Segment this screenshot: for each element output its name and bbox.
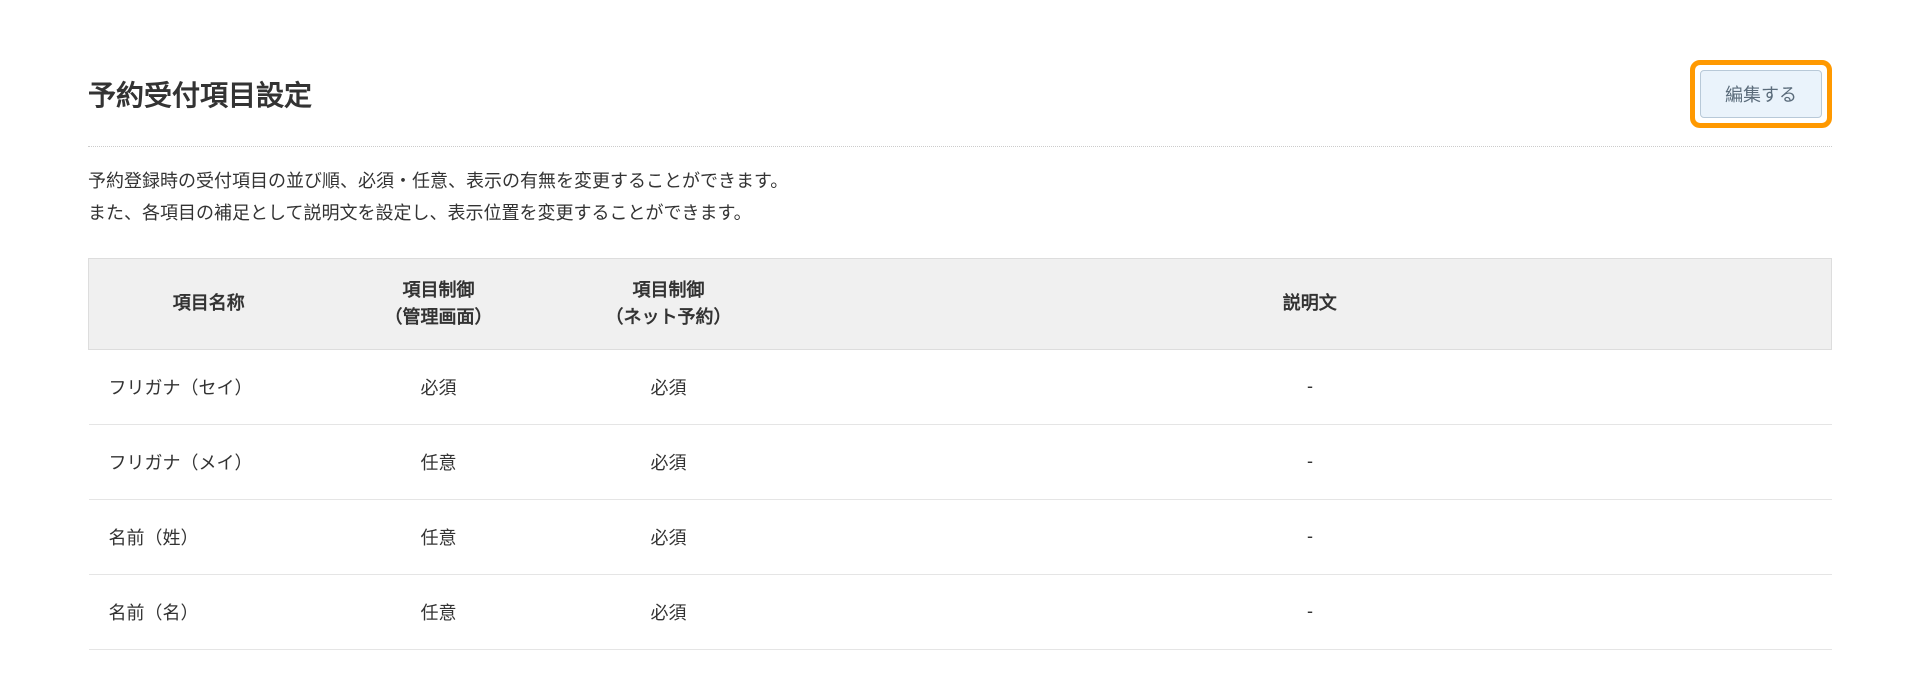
table-row: 名前（名） 任意 必須 - [89, 574, 1832, 649]
cell-item-name: フリガナ（メイ） [89, 424, 329, 499]
cell-admin-control: 必須 [329, 349, 549, 424]
cell-item-name: フリガナ（セイ） [89, 349, 329, 424]
header-description: 説明文 [789, 258, 1832, 349]
edit-button-highlight: 編集する [1690, 60, 1832, 128]
cell-item-name: 名前（姓） [89, 499, 329, 574]
cell-net-control: 必須 [549, 499, 789, 574]
description-line-2: また、各項目の補足として説明文を設定し、表示位置を変更することができます。 [88, 203, 752, 223]
cell-description: - [789, 349, 1832, 424]
table-row: フリガナ（メイ） 任意 必須 - [89, 424, 1832, 499]
header-row: 予約受付項目設定 編集する [88, 60, 1832, 147]
cell-admin-control: 任意 [329, 574, 549, 649]
header-control-net-line1: 項目制御 [633, 280, 705, 300]
table-row: フリガナ（セイ） 必須 必須 - [89, 349, 1832, 424]
header-control-admin: 項目制御 （管理画面） [329, 258, 549, 349]
cell-description: - [789, 499, 1832, 574]
cell-admin-control: 任意 [329, 424, 549, 499]
description-line-1: 予約登録時の受付項目の並び順、必須・任意、表示の有無を変更することができます。 [88, 171, 788, 191]
header-control-net: 項目制御 （ネット予約） [549, 258, 789, 349]
page-title: 予約受付項目設定 [88, 74, 312, 114]
edit-button[interactable]: 編集する [1700, 70, 1822, 118]
cell-net-control: 必須 [549, 349, 789, 424]
cell-description: - [789, 424, 1832, 499]
content-container: 予約受付項目設定 編集する 予約登録時の受付項目の並び順、必須・任意、表示の有無… [0, 0, 1920, 650]
header-control-admin-line2: （管理画面） [385, 307, 493, 327]
settings-table: 項目名称 項目制御 （管理画面） 項目制御 （ネット予約） 説明文 フリガナ（セ… [88, 258, 1832, 650]
cell-description: - [789, 574, 1832, 649]
header-control-net-line2: （ネット予約） [606, 307, 732, 327]
cell-net-control: 必須 [549, 424, 789, 499]
cell-admin-control: 任意 [329, 499, 549, 574]
description-text: 予約登録時の受付項目の並び順、必須・任意、表示の有無を変更することができます。 … [88, 165, 1832, 230]
header-control-admin-line1: 項目制御 [403, 280, 475, 300]
header-item-name: 項目名称 [89, 258, 329, 349]
table-row: 名前（姓） 任意 必須 - [89, 499, 1832, 574]
table-header-row: 項目名称 項目制御 （管理画面） 項目制御 （ネット予約） 説明文 [89, 258, 1832, 349]
cell-net-control: 必須 [549, 574, 789, 649]
cell-item-name: 名前（名） [89, 574, 329, 649]
